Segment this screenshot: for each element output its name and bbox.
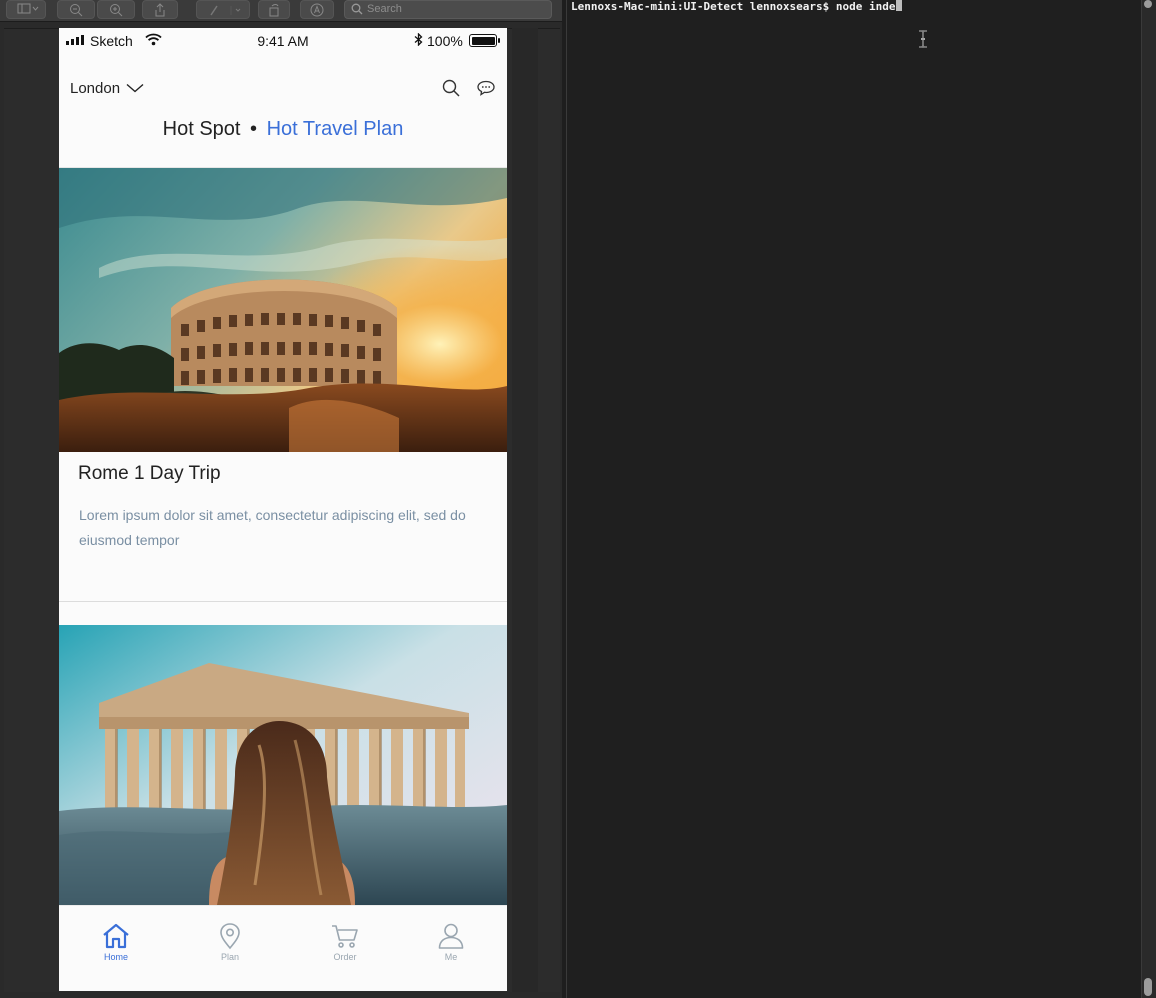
rotate-button[interactable] bbox=[258, 0, 290, 19]
search-icon[interactable] bbox=[441, 78, 461, 98]
content-tabs: Hot Spot • Hot Travel Plan bbox=[59, 118, 507, 141]
sidebar-icon bbox=[17, 3, 39, 14]
search-icon bbox=[351, 3, 363, 15]
home-icon bbox=[103, 923, 129, 949]
terminal-window[interactable]: Lennoxs-Mac-mini:UI-Detect lennoxsears$ … bbox=[566, 0, 1156, 998]
tab-home[interactable]: Home bbox=[86, 922, 146, 962]
tab-order-label: Order bbox=[333, 952, 357, 962]
sidebar-toggle-button[interactable] bbox=[6, 0, 46, 19]
search-field[interactable]: Search bbox=[344, 0, 552, 19]
bluetooth-icon bbox=[414, 33, 423, 46]
battery-icon bbox=[469, 34, 500, 47]
screen: Search Sketch 9:41 AM 100% London Hot Sp… bbox=[0, 0, 1156, 998]
city-selector[interactable]: London bbox=[70, 80, 120, 97]
annotate-icon bbox=[310, 3, 324, 17]
scrollbar-thumb[interactable] bbox=[1144, 978, 1152, 996]
markup-button[interactable] bbox=[196, 0, 250, 19]
location-pin-icon bbox=[220, 923, 240, 950]
preview-gutter bbox=[512, 28, 538, 992]
chat-icon[interactable] bbox=[476, 78, 496, 98]
chevron-down-icon[interactable] bbox=[126, 81, 144, 95]
card-description: Lorem ipsum dolor sit amet, consectetur … bbox=[79, 507, 466, 548]
parthenon-photo[interactable] bbox=[59, 625, 507, 905]
scrollbar-top-knob[interactable] bbox=[1144, 0, 1152, 8]
bottom-tab-bar: Home Plan Order Me bbox=[59, 905, 507, 991]
tab-plan[interactable]: Plan bbox=[200, 922, 260, 962]
user-icon bbox=[438, 923, 464, 949]
rotate-icon bbox=[269, 4, 279, 17]
terminal-prompt: Lennoxs-Mac-mini:UI-Detect lennoxsears$ … bbox=[571, 0, 902, 13]
status-bar: Sketch 9:41 AM 100% bbox=[59, 28, 507, 52]
tab-me-label: Me bbox=[444, 952, 458, 962]
terminal-command: Lennoxs-Mac-mini:UI-Detect lennoxsears$ … bbox=[571, 0, 896, 13]
ibeam-cursor-icon bbox=[919, 30, 927, 48]
annotate-button[interactable] bbox=[300, 0, 334, 19]
zoom-out-icon bbox=[70, 4, 83, 17]
sketch-toolbar: Search bbox=[0, 0, 562, 22]
share-button[interactable] bbox=[142, 0, 178, 19]
phone-screen: Sketch 9:41 AM 100% London Hot Spot • Ho… bbox=[59, 28, 507, 991]
terminal-scrollbar[interactable] bbox=[1141, 0, 1156, 998]
zoom-out-button[interactable] bbox=[57, 0, 95, 19]
zoom-in-icon bbox=[110, 4, 123, 17]
cart-icon bbox=[332, 925, 358, 948]
tab-home-label: Home bbox=[103, 952, 128, 962]
tab-plan-label: Plan bbox=[220, 952, 239, 962]
colosseum-photo[interactable] bbox=[59, 168, 507, 452]
pen-icon bbox=[210, 5, 241, 16]
tab-separator: • bbox=[250, 118, 258, 140]
tab-hot-travel-plan[interactable]: Hot Travel Plan bbox=[267, 118, 404, 140]
tab-hot-spot[interactable]: Hot Spot bbox=[163, 118, 241, 140]
search-placeholder: Search bbox=[367, 3, 402, 15]
tab-order[interactable]: Order bbox=[315, 922, 375, 962]
card-title[interactable]: Rome 1 Day Trip bbox=[78, 463, 221, 485]
share-icon bbox=[155, 3, 165, 17]
battery-percent: 100% bbox=[427, 33, 463, 49]
zoom-in-button[interactable] bbox=[97, 0, 135, 19]
text-cursor bbox=[895, 0, 902, 11]
tab-me[interactable]: Me bbox=[421, 922, 481, 962]
card-divider bbox=[59, 601, 507, 602]
